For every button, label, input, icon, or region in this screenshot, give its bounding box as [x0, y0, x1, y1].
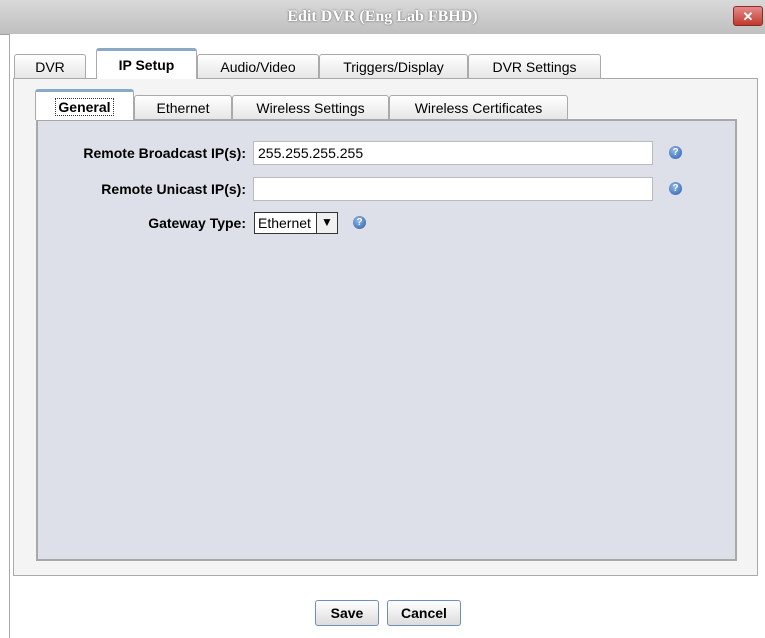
- tab-wireless-certificates[interactable]: Wireless Certificates: [389, 95, 568, 119]
- save-button[interactable]: Save: [315, 600, 379, 626]
- gateway-type-select[interactable]: Ethernet ▼: [254, 212, 338, 234]
- tab-audio-video[interactable]: Audio/Video: [197, 54, 319, 78]
- tab-dvr[interactable]: DVR: [14, 54, 86, 78]
- help-icon[interactable]: ?: [669, 146, 682, 159]
- tab-general[interactable]: General: [35, 89, 134, 120]
- cancel-button[interactable]: Cancel: [387, 600, 461, 626]
- gateway-type-label: Gateway Type:: [148, 215, 246, 231]
- title-bar: Edit DVR (Eng Lab FBHD) ✕: [0, 0, 765, 35]
- help-icon[interactable]: ?: [669, 182, 682, 195]
- general-settings-panel: Remote Broadcast IP(s): 255.255.255.255 …: [36, 119, 737, 561]
- gateway-type-value: Ethernet: [258, 215, 311, 231]
- remote-unicast-input[interactable]: [253, 177, 653, 201]
- tab-general-label: General: [55, 98, 114, 116]
- tab-dvr-settings[interactable]: DVR Settings: [468, 54, 601, 78]
- tab-ip-setup[interactable]: IP Setup: [96, 48, 197, 79]
- dialog-body: DVR IP Setup Audio/Video Triggers/Displa…: [9, 34, 765, 638]
- dialog-title: Edit DVR (Eng Lab FBHD): [287, 8, 478, 25]
- tab-triggers-display[interactable]: Triggers/Display: [319, 54, 468, 78]
- tab-wireless-settings[interactable]: Wireless Settings: [232, 95, 389, 119]
- close-button[interactable]: ✕: [733, 6, 763, 26]
- remote-broadcast-label: Remote Broadcast IP(s):: [83, 145, 246, 161]
- help-icon[interactable]: ?: [353, 216, 366, 229]
- close-icon: ✕: [742, 9, 754, 24]
- remote-unicast-label: Remote Unicast IP(s):: [101, 181, 246, 197]
- chevron-down-icon[interactable]: ▼: [316, 213, 337, 233]
- remote-broadcast-input[interactable]: 255.255.255.255: [253, 141, 653, 165]
- ip-setup-panel: General Ethernet Wireless Settings Wirel…: [13, 78, 758, 576]
- tab-ethernet[interactable]: Ethernet: [134, 95, 232, 119]
